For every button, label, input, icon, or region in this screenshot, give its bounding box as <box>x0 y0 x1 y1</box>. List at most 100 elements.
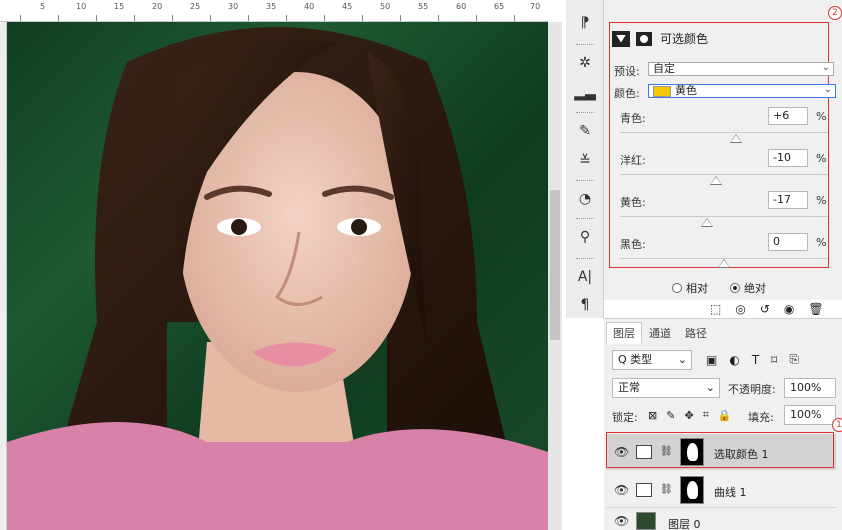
yellow-swatch <box>653 85 671 97</box>
eye-icon[interactable]: 👁 <box>614 483 629 497</box>
smart-object-filter-icon[interactable]: ⎘ <box>789 352 799 367</box>
color-select[interactable]: 黄色 ⌄ <box>648 84 836 98</box>
chevron-down-icon: ⌄ <box>705 381 715 394</box>
portrait-image <box>7 27 548 530</box>
method-radio-relative[interactable]: 相对 <box>672 280 708 296</box>
lock-transparent-icon[interactable]: ⊠ <box>648 409 657 422</box>
clone-source-icon[interactable]: ◔ <box>566 186 604 212</box>
magenta-slider-thumb[interactable] <box>709 176 722 185</box>
yellow-value-input[interactable]: -17 <box>768 191 808 209</box>
layer-filter-select[interactable]: Q 类型 ⌄ <box>612 350 692 370</box>
opacity-value: 100% <box>790 381 822 394</box>
type-filter-icon[interactable]: T <box>752 353 759 367</box>
blend-mode-select[interactable]: 正常 ⌄ <box>612 378 720 398</box>
paragraph-icon[interactable]: ¶ <box>566 292 604 318</box>
preset-value: 自定 <box>653 62 675 75</box>
brush-icon[interactable]: ✎ <box>566 118 604 144</box>
clip-to-layer-icon[interactable]: ⬚ <box>710 302 721 316</box>
ruler-number: 25 <box>190 2 201 11</box>
callout-badge: 1 <box>832 418 842 432</box>
slider-label-magenta: 洋红: <box>620 154 646 167</box>
highlight-box-layer <box>606 432 834 468</box>
reset-icon[interactable]: ↺ <box>760 302 770 316</box>
opacity-input[interactable]: 100% <box>784 378 836 398</box>
slider-label-black: 黑色: <box>620 238 646 251</box>
magenta-slider-track[interactable] <box>620 174 828 175</box>
image-layer-thumbnail[interactable] <box>636 512 656 530</box>
ruler-number: 60 <box>456 2 467 11</box>
photoshop-window: 5 10 15 20 25 30 35 40 45 50 55 60 65 70 <box>0 0 842 530</box>
history-icon[interactable]: ⁋ <box>566 10 604 36</box>
fill-input[interactable]: 100% <box>784 405 836 425</box>
lock-label: 锁定: <box>612 411 638 424</box>
yellow-slider-thumb[interactable] <box>701 218 714 227</box>
radio-relative[interactable] <box>672 283 682 293</box>
curves-adjustment-icon <box>636 483 652 497</box>
mask-icon[interactable] <box>636 31 652 46</box>
link-icon[interactable]: ⛓ <box>660 484 673 495</box>
character-icon[interactable]: A| <box>566 264 604 290</box>
ruler-number: 45 <box>342 2 353 11</box>
color-label: 颜色: <box>614 87 640 100</box>
black-slider-thumb[interactable] <box>718 259 730 268</box>
highlight-box-properties <box>609 22 829 268</box>
scrollbar-thumb[interactable] <box>550 190 560 340</box>
fill-value: 100% <box>790 408 822 421</box>
adjustment-filter-icon[interactable]: ◐ <box>729 353 739 367</box>
navigator-icon[interactable]: ✲ <box>566 50 604 76</box>
ruler-number: 50 <box>380 2 391 11</box>
slider-label-yellow: 黄色: <box>620 196 646 209</box>
lock-pixels-icon[interactable]: ✎ <box>666 409 675 422</box>
layer-row-image[interactable]: 👁 图层 0 <box>606 510 836 530</box>
opacity-label: 不透明度: <box>728 383 776 396</box>
cyan-value-input[interactable]: +6 <box>768 107 808 125</box>
lock-position-icon[interactable]: ✥ <box>684 409 693 422</box>
lock-all-icon[interactable]: 🔒 <box>718 409 732 422</box>
black-value-input[interactable]: 0 <box>768 233 808 251</box>
yellow-slider-track[interactable] <box>620 216 828 217</box>
preset-select[interactable]: 自定 ⌄ <box>648 62 834 76</box>
histogram-icon[interactable]: ▂▃ <box>566 80 604 106</box>
percent-sign: % <box>816 152 827 165</box>
method-absolute-label: 绝对 <box>744 282 766 295</box>
chevron-down-icon: ⌄ <box>823 84 832 95</box>
ruler-number: 30 <box>228 2 239 11</box>
tool-presets-icon[interactable]: ⚲ <box>566 224 604 250</box>
cyan-slider-track[interactable] <box>620 132 828 133</box>
tab-layers[interactable]: 图层 <box>606 322 642 344</box>
method-relative-label: 相对 <box>686 282 708 295</box>
tab-paths[interactable]: 路径 <box>678 322 714 344</box>
percent-sign: % <box>816 110 827 123</box>
layer-row-curves[interactable]: 👁 ⛓ 曲线 1 <box>606 472 836 508</box>
lock-icons: ⊠ ✎ ✥ ⌗ 🔒 <box>648 408 732 422</box>
brush-settings-icon[interactable]: ≚ <box>566 148 604 174</box>
properties-title: 可选颜色 <box>660 32 709 46</box>
lock-artboard-icon[interactable]: ⌗ <box>703 408 709 422</box>
ruler-number: 35 <box>266 2 277 11</box>
ruler-number: 5 <box>40 2 46 11</box>
ruler-number: 40 <box>304 2 315 11</box>
image-filter-icon[interactable]: ▣ <box>706 353 717 367</box>
magenta-value-input[interactable]: -10 <box>768 149 808 167</box>
callout-badge: 2 <box>828 6 842 20</box>
layer-name[interactable]: 曲线 1 <box>714 484 747 500</box>
method-radio-absolute[interactable]: 绝对 <box>730 280 766 296</box>
layer-mask-thumbnail[interactable] <box>680 476 704 504</box>
vertical-ruler <box>0 22 7 530</box>
trash-icon[interactable]: 🗑 <box>808 302 823 316</box>
document-canvas[interactable] <box>7 22 548 530</box>
blend-mode-value: 正常 <box>618 381 640 394</box>
ruler-number: 70 <box>530 2 541 11</box>
view-previous-icon[interactable]: ◎ <box>735 302 745 316</box>
tab-channels[interactable]: 通道 <box>642 322 678 344</box>
layer-name[interactable]: 图层 0 <box>668 516 701 530</box>
visibility-icon[interactable]: ◉ <box>784 302 794 316</box>
radio-absolute[interactable] <box>730 283 740 293</box>
ruler-number: 15 <box>114 2 125 11</box>
eye-icon[interactable]: 👁 <box>614 514 629 528</box>
panel-icon-strip: ⁋ ✲ ▂▃ ✎ ≚ ◔ ⚲ A| ¶ <box>566 0 604 318</box>
cyan-slider-thumb[interactable] <box>730 134 743 143</box>
percent-sign: % <box>816 236 827 249</box>
shape-filter-icon[interactable]: ⌑ <box>771 353 777 367</box>
chevron-down-icon: ⌄ <box>821 62 830 73</box>
